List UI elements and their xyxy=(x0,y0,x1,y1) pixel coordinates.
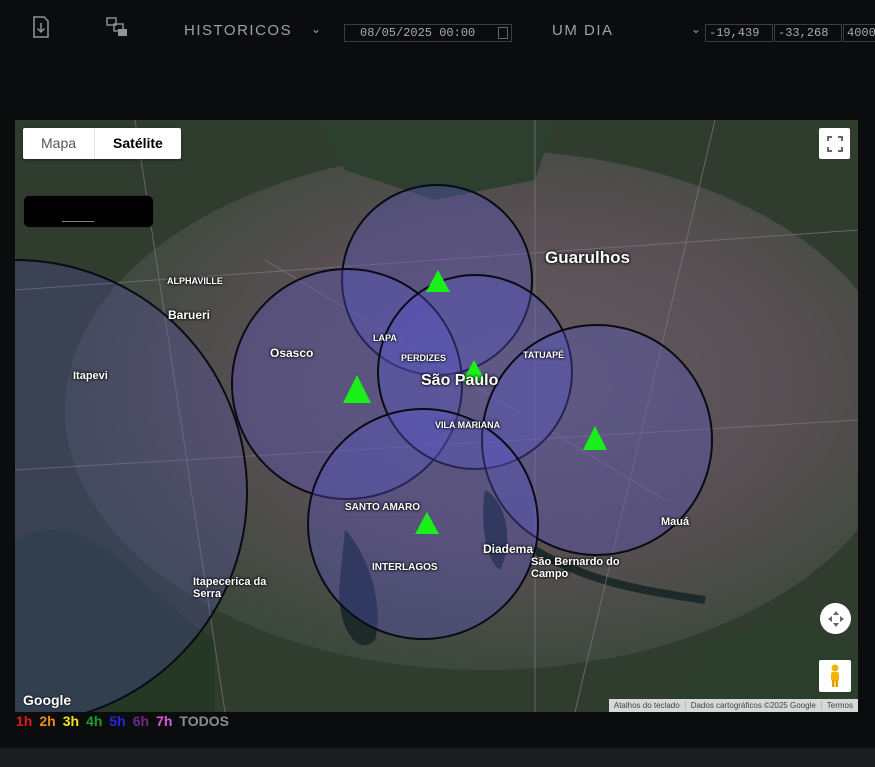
map-view[interactable]: Guarulhos São Paulo Osasco Barueri Diade… xyxy=(15,120,858,712)
period-select[interactable]: UM DIA xyxy=(552,22,614,39)
move-arrows-icon xyxy=(827,610,844,627)
city-label: TATUAPÉ xyxy=(523,350,565,360)
fullscreen-icon xyxy=(826,135,843,152)
city-label: Mauá xyxy=(661,516,690,528)
city-label: Guarulhos xyxy=(545,248,631,267)
fullscreen-button[interactable] xyxy=(819,128,850,159)
download-icon[interactable] xyxy=(28,14,54,40)
street-view-button[interactable] xyxy=(819,660,851,692)
city-label: VILA MARIANA xyxy=(435,420,501,430)
terms-link[interactable]: Termos xyxy=(820,701,858,710)
pegman-icon xyxy=(831,664,839,687)
layers-icon[interactable] xyxy=(104,14,130,40)
camera-control-button[interactable] xyxy=(820,603,851,634)
city-label: SANTO AMARO xyxy=(345,502,420,513)
city-label: Itapevi xyxy=(73,370,108,382)
hour-filter-7h[interactable]: 7h xyxy=(156,713,172,729)
city-label: São Bernardo do Campo xyxy=(531,556,620,580)
hour-filters: 1h 2h 3h 4h 5h 6h 7h TODOS xyxy=(16,713,229,729)
city-label: ALPHAVILLE xyxy=(167,276,223,286)
hour-filter-todos[interactable]: TODOS xyxy=(179,713,229,729)
city-label: PERDIZES xyxy=(401,353,447,363)
period-chevron-down-icon[interactable]: ⌄ xyxy=(691,22,701,36)
map-attribution: Atalhos do teclado Dados cartográficos ©… xyxy=(608,699,858,712)
tab-mapa[interactable]: Mapa xyxy=(23,128,94,159)
legend-text: _____ xyxy=(62,208,94,223)
footer-strip xyxy=(0,748,875,767)
legend-box: _____ xyxy=(23,195,154,228)
mode-chevron-down-icon[interactable]: ⌄ xyxy=(311,22,321,36)
city-label: São Paulo xyxy=(421,372,499,389)
city-label: Itapecerica da Serra xyxy=(193,576,267,600)
map-type-control: Mapa Satélite xyxy=(23,128,181,159)
keyboard-shortcuts-link[interactable]: Atalhos do teclado xyxy=(609,701,685,710)
hour-filter-4h[interactable]: 4h xyxy=(86,713,102,729)
city-label: LAPA xyxy=(373,333,397,343)
latitude-input[interactable]: -19,439 xyxy=(705,24,773,42)
city-label: Barueri xyxy=(168,308,211,322)
city-label: Osasco xyxy=(270,346,314,360)
city-label: Diadema xyxy=(483,542,534,556)
date-input[interactable]: 08/05/2025 00:00 xyxy=(344,24,512,42)
hour-filter-2h[interactable]: 2h xyxy=(39,713,55,729)
hour-filter-3h[interactable]: 3h xyxy=(63,713,79,729)
radius-input[interactable]: 4000 xyxy=(843,24,875,42)
toolbar: HISTORICOS ⌄ 08/05/2025 00:00 UM DIA ⌄ -… xyxy=(0,0,875,62)
hour-filter-5h[interactable]: 5h xyxy=(109,713,125,729)
hour-filter-6h[interactable]: 6h xyxy=(133,713,149,729)
tab-satelite[interactable]: Satélite xyxy=(94,128,181,159)
google-logo: Google xyxy=(23,692,72,708)
map-data-credit: Dados cartográficos ©2025 Google xyxy=(684,701,821,710)
mode-select[interactable]: HISTORICOS xyxy=(184,22,292,39)
city-label: INTERLAGOS xyxy=(372,562,438,573)
calendar-icon[interactable] xyxy=(498,27,508,39)
longitude-input[interactable]: -33,268 xyxy=(774,24,842,42)
hour-filter-1h[interactable]: 1h xyxy=(16,713,32,729)
